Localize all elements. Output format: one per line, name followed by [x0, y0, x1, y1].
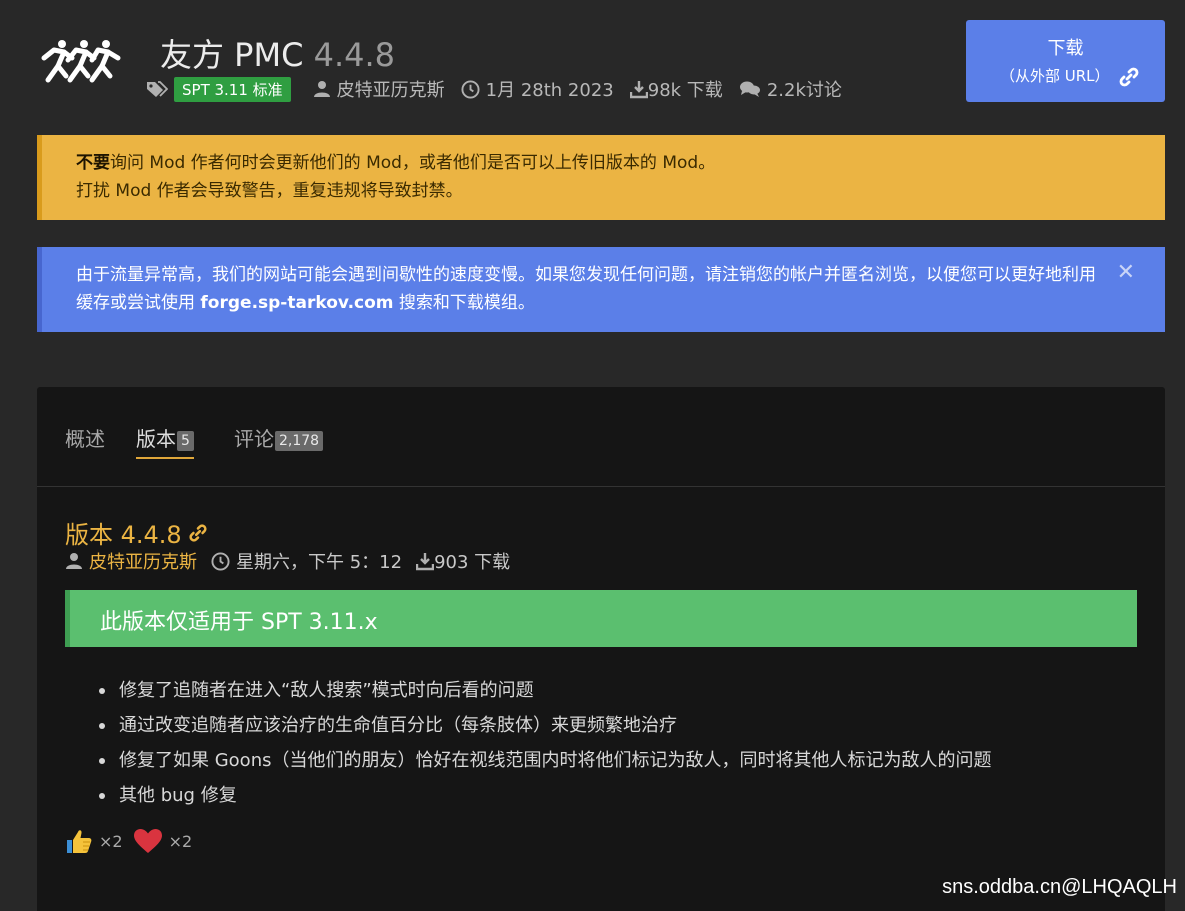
tab-comments-label: 评论: [234, 427, 274, 451]
tab-comments[interactable]: 评论 2,178: [234, 423, 324, 452]
mod-title: 友方 PMC 4.4.8: [160, 30, 395, 76]
changelog-list: 修复了追随者在进入“敌人搜索”模式时向后看的问题 通过改变追随者应该治疗的生命值…: [98, 673, 991, 813]
tab-versions-count: 5: [177, 430, 194, 451]
heart-icon: [133, 829, 162, 853]
reaction-heart[interactable]: ×2: [133, 828, 193, 854]
warning-line-2: 打扰 Mod 作者会导致警告，重复违规将导致封禁。: [76, 181, 463, 201]
mod-downloads: 98k 下载: [647, 80, 723, 101]
tab-versions[interactable]: 版本 5: [136, 423, 194, 459]
reaction-thumbs-up-count: ×2: [99, 831, 123, 851]
tab-versions-label: 版本: [136, 427, 176, 451]
spt-version-badge[interactable]: SPT 3.11 标准: [174, 76, 291, 102]
clock-icon: [461, 79, 480, 99]
mod-name: 友方 PMC: [160, 36, 304, 74]
tab-overview[interactable]: 概述: [65, 423, 105, 452]
tab-overview-label: 概述: [65, 427, 105, 451]
warning-alert: 不要询问 Mod 作者何时会更新他们的 Mod，或者他们是否可以上传旧版本的 M…: [37, 135, 1165, 220]
warning-bold-text: 不要: [76, 153, 110, 173]
list-item: 通过改变追随者应该治疗的生命值百分比（每条肢体）来更频繁地治疗: [98, 708, 991, 743]
download-button-label: 下载: [1047, 38, 1084, 59]
download-button[interactable]: 下载 （从外部 URL）: [966, 20, 1165, 102]
tab-bar: 概述 版本 5 评论 2,178: [37, 387, 1165, 487]
list-item: 其他 bug 修复: [98, 778, 991, 813]
mod-logo-icon: [41, 40, 121, 83]
tab-comments-count: 2,178: [275, 430, 324, 451]
version-author[interactable]: 皮特亚历克斯: [89, 548, 197, 574]
download-icon: [629, 80, 648, 98]
reaction-heart-count: ×2: [168, 831, 193, 851]
mod-comments[interactable]: 2.2k讨论: [767, 76, 842, 102]
download-button-sublabel: （从外部 URL）: [1000, 67, 1110, 85]
info-alert: 由于流量异常高，我们的网站可能会遇到间歇性的速度变慢。如果您发现任何问题，请注销…: [37, 247, 1165, 332]
compat-notice: 此版本仅适用于 SPT 3.11.x: [65, 590, 1137, 647]
user-icon: [313, 81, 330, 97]
user-icon: [66, 553, 82, 569]
warning-line-1: 不要询问 Mod 作者何时会更新他们的 Mod，或者他们是否可以上传旧版本的 M…: [76, 149, 1131, 177]
link-icon[interactable]: [188, 523, 208, 543]
tags-icon: [147, 81, 168, 97]
version-downloads: 903 下载: [434, 552, 511, 573]
version-title-text: 版本 4.4.8: [65, 521, 182, 549]
mod-meta: SPT 3.11 标准 皮特亚历克斯 1月 28th 2023 98k 下载 2…: [146, 76, 858, 102]
link-icon: [1119, 67, 1139, 87]
version-time: 星期六，下午 5：12: [236, 552, 403, 573]
forge-url-link[interactable]: forge.sp-tarkov.com: [200, 293, 393, 313]
watermark: sns.oddba.cn@LHQAQLH: [942, 876, 1177, 898]
mod-date: 1月 28th 2023: [485, 80, 614, 101]
version-meta: 皮特亚历克斯 星期六，下午 5：12 903 下载: [65, 548, 524, 574]
mod-author[interactable]: 皮特亚历克斯: [337, 76, 445, 102]
warning-line-1-text: 询问 Mod 作者何时会更新他们的 Mod，或者他们是否可以上传旧版本的 Mod…: [110, 153, 716, 173]
mod-header: 友方 PMC 4.4.8 SPT 3.11 标准 皮特亚历克斯 1月 28th …: [0, 0, 1185, 120]
comments-icon: [739, 81, 760, 97]
list-item: 修复了追随者在进入“敌人搜索”模式时向后看的问题: [98, 673, 991, 708]
mod-version: 4.4.8: [313, 36, 396, 74]
info-text-after: 搜索和下载模组。: [393, 293, 535, 313]
mod-content-panel: 概述 版本 5 评论 2,178 版本 4.4.8 皮特亚历克斯 星期六，下午 …: [37, 387, 1165, 911]
list-item: 修复了如果 Goons（当他们的朋友）恰好在视线范围内时将他们标记为敌人，同时将…: [98, 743, 991, 778]
close-icon[interactable]: ✕: [1117, 259, 1135, 287]
download-icon: [416, 552, 435, 570]
version-title[interactable]: 版本 4.4.8: [65, 515, 208, 550]
thumbs-up-icon: [67, 830, 92, 853]
clock-icon: [211, 551, 230, 571]
reaction-thumbs-up[interactable]: ×2: [65, 827, 123, 855]
reactions: ×2 ×2: [65, 827, 198, 855]
